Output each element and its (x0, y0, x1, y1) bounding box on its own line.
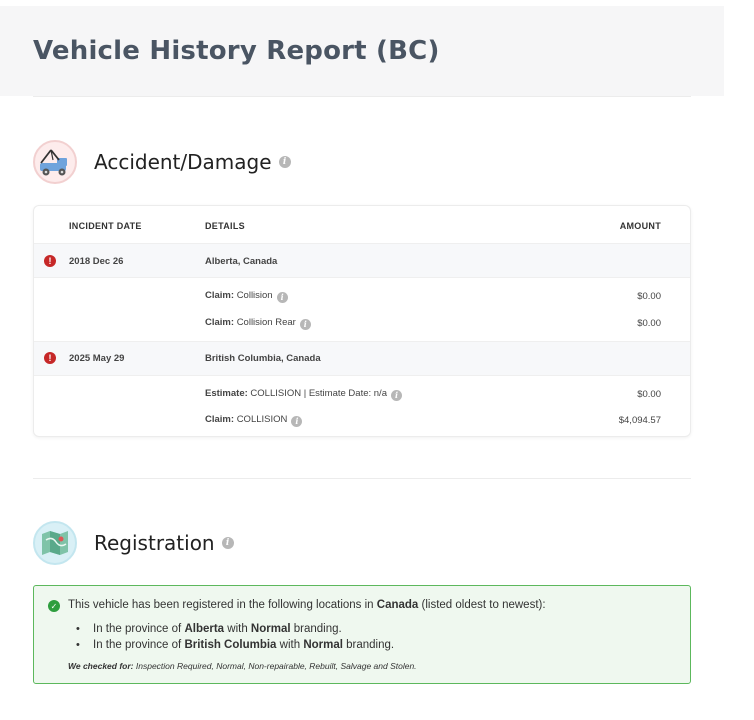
page-title: Vehicle History Report (BC) (33, 36, 440, 66)
table-row: ! 2025 May 29 British Columbia, Canada (34, 341, 690, 375)
check-icon: ✓ (48, 600, 60, 612)
alert-icon: ! (44, 255, 56, 267)
table-row: Claim: Collision i $0.00 Claim: Collision… (34, 277, 690, 341)
divider (33, 96, 691, 97)
info-icon[interactable]: i (221, 537, 234, 549)
map-icon (33, 521, 77, 565)
estimate-detail: Estimate: COLLISION | Estimate Date: n/a… (205, 388, 402, 401)
info-icon[interactable]: i (390, 389, 402, 401)
claim-detail: Claim: Collision i (205, 290, 288, 303)
info-icon[interactable]: i (291, 415, 303, 427)
claim-amount: $0.00 (637, 291, 661, 302)
column-header-incident-date: INCIDENT DATE (69, 221, 142, 231)
alert-icon: ! (44, 352, 56, 364)
claim-amount: $4,094.57 (618, 415, 661, 426)
checked-for-note: We checked for: Inspection Required, Nor… (68, 661, 417, 671)
registration-entry: In the province of British Columbia with… (93, 639, 395, 651)
accident-section-title: Accident/Damage (94, 150, 272, 174)
divider (33, 478, 691, 479)
report-header: Vehicle History Report (BC) (0, 6, 724, 96)
table-row: ! 2018 Dec 26 Alberta, Canada (34, 243, 690, 277)
column-header-details: DETAILS (205, 221, 245, 231)
incident-location: British Columbia, Canada (205, 353, 321, 364)
claim-amount: $0.00 (637, 318, 661, 329)
info-icon[interactable]: i (278, 156, 291, 168)
claim-detail: Claim: Collision Rear i (205, 317, 311, 330)
registration-intro: This vehicle has been registered in the … (68, 599, 546, 611)
bullet: • (76, 623, 80, 635)
accident-section-header: Accident/Damage i (33, 140, 291, 184)
accident-table: INCIDENT DATE DETAILS AMOUNT ! 2018 Dec … (33, 205, 691, 437)
info-icon[interactable]: i (276, 291, 288, 303)
table-row: Estimate: COLLISION | Estimate Date: n/a… (34, 375, 690, 436)
incident-date: 2025 May 29 (69, 353, 125, 364)
column-header-amount: AMOUNT (619, 221, 661, 231)
estimate-amount: $0.00 (637, 389, 661, 400)
registration-section-header: Registration i (33, 521, 234, 565)
info-icon[interactable]: i (299, 318, 311, 330)
tow-truck-icon (33, 140, 77, 184)
bullet: • (76, 639, 80, 651)
registration-entry: In the province of Alberta with Normal b… (93, 623, 342, 635)
claim-detail: Claim: COLLISION i (205, 414, 303, 427)
registration-section-title: Registration (94, 531, 215, 555)
incident-date: 2018 Dec 26 (69, 256, 124, 267)
incident-location: Alberta, Canada (205, 256, 278, 267)
registration-info-box: ✓ This vehicle has been registered in th… (33, 585, 691, 684)
